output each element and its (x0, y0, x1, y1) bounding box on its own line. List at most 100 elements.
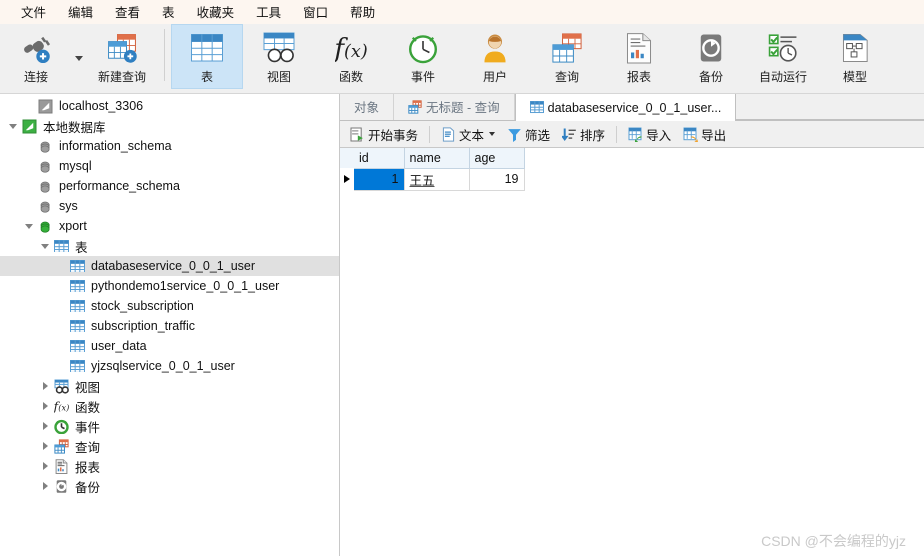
tree-item[interactable]: sys (0, 196, 339, 216)
tree-item-label: 视图 (75, 380, 101, 395)
tree-item[interactable]: pythondemo1service_0_0_1_user (0, 276, 339, 296)
toolbar-button-label: 备份 (698, 70, 723, 84)
toolbar-separator (164, 29, 165, 81)
table-icon (68, 338, 86, 354)
chevron-down-icon[interactable] (489, 132, 496, 136)
toolbar-button-label: 视图 (266, 70, 291, 84)
tree-item-label: databaseservice_0_0_1_user (91, 259, 256, 273)
tree-item-label: 本地数据库 (43, 120, 106, 135)
tab[interactable]: 无标题 - 查询 (394, 94, 515, 120)
toolbar-button-label: 连接 (23, 70, 48, 84)
tree-item[interactable]: performance_schema (0, 176, 339, 196)
tree-item[interactable]: databaseservice_0_0_1_user (0, 256, 339, 276)
tree-item[interactable]: 备份 (0, 476, 339, 496)
chevron-down-icon[interactable] (6, 116, 20, 136)
toolbar-button-label: 自动运行 (758, 70, 807, 84)
database-gray-icon (36, 198, 54, 214)
tree-item[interactable]: f(x) 函数 (0, 396, 339, 416)
gridbar-button-filter[interactable]: 筛选 (501, 123, 556, 146)
tree-item[interactable]: 表 (0, 236, 339, 256)
tree-item[interactable]: 报表 (0, 456, 339, 476)
chevron-right-icon[interactable] (38, 396, 52, 416)
chevron-right-icon[interactable] (38, 436, 52, 456)
tree-item[interactable]: stock_subscription (0, 296, 339, 316)
query-icon (408, 99, 422, 114)
toolbar-button-view[interactable]: 视图 (243, 24, 315, 89)
menu-edit[interactable]: 编辑 (57, 0, 104, 23)
tree-item[interactable]: user_data (0, 336, 339, 356)
toolbar-button-automation[interactable]: 自动运行 (747, 24, 819, 89)
table-icon (68, 358, 86, 374)
view-icon (52, 378, 70, 394)
svg-text:f(x): f(x) (54, 399, 69, 413)
gridbar-button-import[interactable]: 导入 (622, 123, 677, 146)
tree-item[interactable]: 本地数据库 (0, 116, 339, 136)
tree-item[interactable]: mysql (0, 156, 339, 176)
gridbar-button-export[interactable]: 导出 (677, 123, 732, 146)
toolbar-button-new-query[interactable]: 新建查询 (86, 24, 158, 89)
toolbar-button-label: 表 (200, 70, 213, 84)
tab[interactable]: 对象 (340, 94, 395, 120)
tree-item-label: pythondemo1service_0_0_1_user (91, 279, 280, 293)
tree-twisty-placeholder (54, 336, 68, 356)
tree-item-label: localhost_3306 (59, 99, 144, 113)
view-icon (263, 29, 295, 67)
column-header-name[interactable]: name (404, 148, 470, 169)
toolbar-button-user[interactable]: 用户 (459, 24, 531, 89)
gridbar-button-transaction[interactable]: 开始事务 (344, 123, 424, 146)
cell-name[interactable]: 王五 (404, 168, 470, 191)
connection-dropdown-caret-icon[interactable] (72, 24, 86, 89)
tree-item-label: 函数 (75, 400, 101, 415)
tree-item[interactable]: yjzsqlservice_0_0_1_user (0, 356, 339, 376)
filter-icon (507, 127, 522, 142)
column-header-age[interactable]: age (469, 148, 525, 169)
column-header-id[interactable]: id (354, 148, 405, 169)
menu-file[interactable]: 文件 (10, 0, 57, 23)
data-table: id name age 1 王五 19 (340, 148, 525, 191)
menu-favorites[interactable]: 收藏夹 (186, 0, 246, 23)
tree-item-label: sys (59, 199, 78, 213)
menu-help[interactable]: 帮助 (339, 0, 386, 23)
event-clock-icon (407, 29, 439, 67)
toolbar-button-report[interactable]: 报表 (603, 24, 675, 89)
tab-label: databaseservice_0_0_1_user... (547, 100, 722, 115)
tree-item[interactable]: subscription_traffic (0, 316, 339, 336)
svg-text:f(x): f(x) (335, 34, 367, 64)
toolbar-button-backup[interactable]: 备份 (675, 24, 747, 89)
menu-view[interactable]: 查看 (104, 0, 151, 23)
function-icon: f(x) (335, 29, 367, 67)
toolbar-button-table[interactable]: 表 (171, 24, 243, 89)
gridbar-button-text[interactable]: 文本 (435, 123, 501, 146)
row-marker-header (340, 148, 354, 168)
gridbar-button-sort[interactable]: 排序 (556, 123, 611, 146)
tree-item[interactable]: 视图 (0, 376, 339, 396)
toolbar-button-event-clock[interactable]: 事件 (387, 24, 459, 89)
tree-item[interactable]: information_schema (0, 136, 339, 156)
chevron-down-icon[interactable] (38, 236, 52, 256)
toolbar-button-model[interactable]: 模型 (819, 24, 891, 89)
tree-item-label: performance_schema (59, 179, 180, 193)
chevron-right-icon[interactable] (38, 476, 52, 496)
tab-label: 对象 (354, 101, 380, 115)
toolbar-button-connection-plug[interactable]: 连接 (0, 24, 72, 89)
tree-item-label: stock_subscription (91, 299, 194, 313)
menu-tools[interactable]: 工具 (245, 0, 292, 23)
table-icon (68, 278, 86, 294)
menu-window[interactable]: 窗口 (292, 0, 339, 23)
tab[interactable]: databaseservice_0_0_1_user... (514, 94, 737, 121)
tree-item[interactable]: 查询 (0, 436, 339, 456)
table-row[interactable]: 1 王五 19 (340, 168, 525, 191)
toolbar-button-query[interactable]: 查询 (531, 24, 603, 89)
tab-label: 无标题 - 查询 (426, 101, 500, 115)
tree-item[interactable]: 事件 (0, 416, 339, 436)
cell-age[interactable]: 19 (469, 168, 525, 191)
tree-item[interactable]: xport (0, 216, 339, 236)
chevron-right-icon[interactable] (38, 456, 52, 476)
tree-item[interactable]: localhost_3306 (0, 96, 339, 116)
menu-table[interactable]: 表 (151, 0, 186, 23)
chevron-right-icon[interactable] (38, 376, 52, 396)
chevron-right-icon[interactable] (38, 416, 52, 436)
toolbar-button-function[interactable]: f(x) 函数 (315, 24, 387, 89)
chevron-down-icon[interactable] (22, 216, 36, 236)
cell-id[interactable]: 1 (354, 168, 405, 191)
